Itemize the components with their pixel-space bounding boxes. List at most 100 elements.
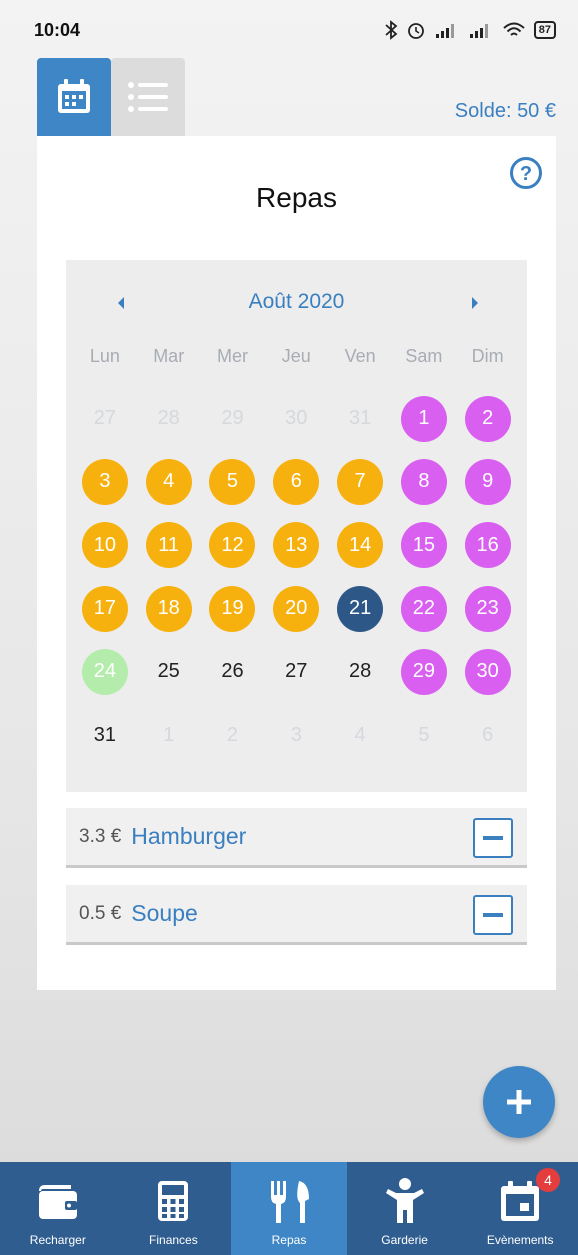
calendar-day[interactable]: 2 bbox=[456, 387, 520, 450]
calendar-day[interactable]: 19 bbox=[201, 577, 265, 640]
calendar-day[interactable]: 25 bbox=[137, 640, 201, 703]
calendar-day[interactable]: 4 bbox=[137, 450, 201, 513]
plus-icon bbox=[507, 1090, 531, 1114]
day-number: 27 bbox=[93, 407, 117, 430]
chevron-right-icon bbox=[472, 297, 478, 309]
calendar-day[interactable]: 8 bbox=[392, 450, 456, 513]
calendar-day[interactable]: 5 bbox=[201, 450, 265, 513]
calendar-days: 27 28 29 30 31 1 2 3 4 5 6 7 8 9 10 11 12 13 14 15 16 17 18 19 2… bbox=[73, 387, 520, 767]
calendar-day[interactable]: 26 bbox=[201, 640, 265, 703]
calendar-day[interactable]: 23 bbox=[456, 577, 520, 640]
day-number: 31 bbox=[348, 407, 372, 430]
tab-list-view[interactable] bbox=[111, 58, 185, 136]
bottom-nav: Recharger Finances Repas Garderie Evènem… bbox=[0, 1162, 578, 1255]
calendar-day[interactable]: 20 bbox=[264, 577, 328, 640]
next-month-button[interactable] bbox=[465, 293, 485, 313]
meals-card: ? Repas Août 2020 Lun Mar Mer Jeu Ven Sam Dim … bbox=[37, 136, 556, 990]
day-number: 10 bbox=[81, 522, 128, 569]
balance-label: Solde: 50 € bbox=[454, 100, 556, 122]
nav-label: Finances bbox=[149, 1233, 198, 1247]
day-number: 30 bbox=[285, 407, 308, 430]
day-number: 9 bbox=[464, 458, 511, 505]
calendar-day[interactable]: 11 bbox=[137, 514, 201, 577]
calendar-day[interactable]: 15 bbox=[392, 514, 456, 577]
calendar-day[interactable]: 30 bbox=[456, 640, 520, 703]
day-number: 23 bbox=[464, 585, 511, 632]
status-bar: 10:04 87 bbox=[0, 0, 578, 60]
calendar-day[interactable]: 12 bbox=[201, 514, 265, 577]
page-title: Repas bbox=[256, 182, 337, 213]
nav-item-garderie[interactable]: Garderie bbox=[347, 1162, 463, 1255]
calendar-day[interactable]: 10 bbox=[73, 514, 137, 577]
calendar-day[interactable]: 21 bbox=[328, 577, 392, 640]
day-number: 6 bbox=[273, 458, 320, 505]
nav-label: Repas bbox=[271, 1233, 307, 1247]
calendar-day[interactable]: 16 bbox=[456, 514, 520, 577]
day-number: 29 bbox=[221, 407, 244, 430]
calendar-day: 3 bbox=[264, 703, 328, 766]
calendar-day[interactable]: 17 bbox=[73, 577, 137, 640]
day-number: 4 bbox=[354, 723, 366, 746]
events-badge: 4 bbox=[535, 1168, 560, 1192]
calendar-day[interactable]: 29 bbox=[392, 640, 456, 703]
tab-calendar-view[interactable] bbox=[37, 58, 111, 136]
nav-item-finances[interactable]: Finances bbox=[116, 1162, 232, 1255]
status-icons: 87 bbox=[384, 20, 556, 40]
calendar-day: 27 bbox=[73, 387, 137, 450]
weekday-label: Jeu bbox=[281, 346, 311, 366]
day-number: 30 bbox=[464, 648, 511, 695]
calendar-day[interactable]: 9 bbox=[456, 450, 520, 513]
day-number: 1 bbox=[163, 723, 175, 746]
battery-indicator: 87 bbox=[533, 21, 556, 39]
calendar-day: 31 bbox=[328, 387, 392, 450]
nav-item-recharger[interactable]: Recharger bbox=[0, 1162, 116, 1255]
calendar-day[interactable]: 24 bbox=[73, 640, 137, 703]
day-number: 5 bbox=[209, 458, 256, 505]
day-number: 16 bbox=[464, 522, 511, 569]
calendar-day[interactable]: 13 bbox=[264, 514, 328, 577]
day-number: 26 bbox=[221, 660, 244, 683]
meal-row-hamburger: 3.3 € Hamburger bbox=[66, 808, 527, 868]
calendar-day[interactable]: 14 bbox=[328, 514, 392, 577]
calendar-day[interactable]: 22 bbox=[392, 577, 456, 640]
weekday-label: Dim bbox=[471, 346, 504, 366]
remove-meal-button[interactable] bbox=[473, 818, 513, 858]
calendar-day: 4 bbox=[328, 703, 392, 766]
meal-row-soupe: 0.5 € Soupe bbox=[66, 885, 527, 945]
weekday-label: Sam bbox=[405, 346, 443, 366]
day-number: 5 bbox=[418, 723, 430, 746]
day-number: 15 bbox=[400, 522, 447, 569]
wallet-icon bbox=[38, 1185, 77, 1219]
calendar-day[interactable]: 6 bbox=[264, 450, 328, 513]
day-number: 25 bbox=[157, 660, 180, 683]
meal-name: Hamburger bbox=[131, 823, 247, 849]
day-number: 2 bbox=[226, 723, 239, 746]
add-meal-button[interactable] bbox=[483, 1066, 555, 1138]
day-number: 12 bbox=[209, 522, 256, 569]
day-number: 3 bbox=[290, 723, 302, 746]
calendar-day[interactable]: 7 bbox=[328, 450, 392, 513]
calendar-day[interactable]: 28 bbox=[328, 640, 392, 703]
day-number: 27 bbox=[285, 660, 308, 683]
day-number: 8 bbox=[400, 458, 447, 505]
day-number: 1 bbox=[400, 395, 447, 442]
calendar-day[interactable]: 27 bbox=[264, 640, 328, 703]
calendar-day[interactable]: 3 bbox=[73, 450, 137, 513]
day-number: 24 bbox=[81, 648, 128, 695]
calendar-day: 2 bbox=[201, 703, 265, 766]
calendar-day[interactable]: 18 bbox=[137, 577, 201, 640]
remove-meal-button[interactable] bbox=[473, 895, 513, 935]
day-number: 22 bbox=[400, 585, 447, 632]
bluetooth-icon bbox=[385, 20, 398, 40]
calendar-day[interactable]: 1 bbox=[392, 387, 456, 450]
nav-item-repas[interactable]: Repas bbox=[231, 1162, 347, 1255]
day-number: 21 bbox=[337, 585, 384, 632]
day-number: 7 bbox=[337, 458, 384, 505]
child-icon bbox=[385, 1178, 424, 1223]
calculator-icon bbox=[158, 1181, 189, 1221]
day-number: 13 bbox=[273, 522, 320, 569]
calendar-day[interactable]: 31 bbox=[73, 703, 137, 766]
weekday-label: Mar bbox=[153, 346, 185, 366]
day-number: 29 bbox=[400, 648, 447, 695]
nav-item-evenements[interactable]: Evènements 4 bbox=[462, 1162, 578, 1255]
